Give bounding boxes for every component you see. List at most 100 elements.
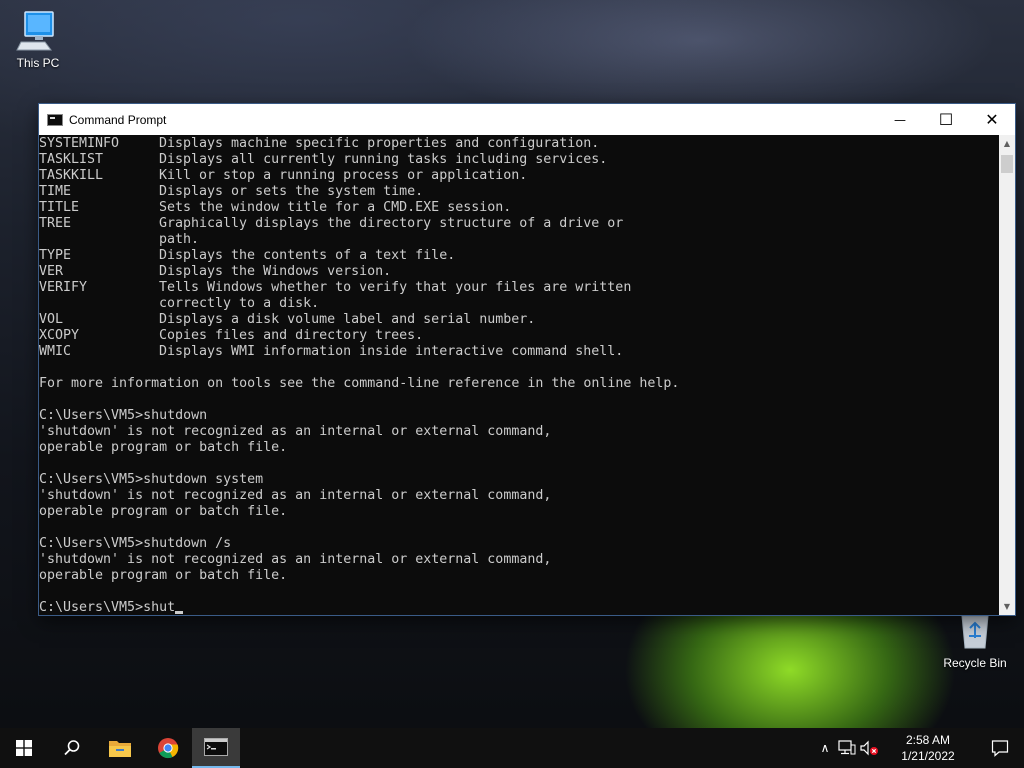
desktop-icon-label: This PC xyxy=(16,56,60,70)
console-help-line: XCOPY Copies files and directory trees. xyxy=(39,328,999,344)
console-help-line: VER Displays the Windows version. xyxy=(39,264,999,280)
scroll-up-icon[interactable]: ▲ xyxy=(999,135,1015,152)
console-help-line: TREE Graphically displays the directory s… xyxy=(39,216,999,232)
console-help-line: VOL Displays a disk volume label and seri… xyxy=(39,312,999,328)
scroll-thumb[interactable] xyxy=(1001,155,1013,173)
console-command-name: XCOPY xyxy=(39,328,80,343)
console-command-name: TITLE xyxy=(39,200,80,215)
search-icon xyxy=(64,740,80,756)
console-help-line: TASKKILL Kill or stop a running process o… xyxy=(39,168,999,184)
vertical-scrollbar[interactable]: ▲ ▼ xyxy=(999,135,1015,615)
command-prompt-icon xyxy=(204,738,228,756)
minimize-icon: — xyxy=(894,112,906,127)
console-line: C:\Users\VM5>shutdown system xyxy=(39,472,264,487)
chrome-button[interactable] xyxy=(144,728,192,768)
console-current-input[interactable]: shut xyxy=(143,600,175,615)
chrome-icon xyxy=(158,738,179,759)
console-help-line: TIME Displays or sets the system time. xyxy=(39,184,999,200)
console-command-description: Copies files and directory trees. xyxy=(159,328,424,343)
system-tray: ∧ 2:58 AM 1/21/2022 xyxy=(814,728,1024,768)
console-command-description: Sets the window title for a CMD.EXE sess… xyxy=(159,200,512,215)
console-command-name: VERIFY xyxy=(39,280,88,295)
command-prompt-taskbar-button[interactable] xyxy=(192,728,240,768)
console-command-description: path. xyxy=(159,232,200,247)
command-prompt-window: Command Prompt — ☐ ✕ SYSTEMINFO Displays … xyxy=(39,104,1015,615)
start-button[interactable] xyxy=(0,728,48,768)
console-line: For more information on tools see the co… xyxy=(39,376,680,391)
console-command-name: TREE xyxy=(39,216,72,231)
console-help-line: TITLE Sets the window title for a CMD.EXE… xyxy=(39,200,999,216)
search-button[interactable] xyxy=(48,728,96,768)
taskbar: ∧ 2:58 AM 1/21/2022 xyxy=(0,728,1024,768)
network-icon xyxy=(838,740,856,755)
action-center-button[interactable] xyxy=(976,728,1024,768)
text-cursor xyxy=(175,611,184,614)
console-line: C:\Users\VM5>shutdown /s xyxy=(39,536,232,551)
minimize-button[interactable]: — xyxy=(877,104,923,135)
console-line: C:\Users\VM5>shutdown xyxy=(39,408,208,423)
clock-date: 1/21/2022 xyxy=(901,749,955,763)
console-help-line: SYSTEMINFO Displays machine specific prop… xyxy=(39,136,999,152)
console-command-description: Displays or sets the system time. xyxy=(159,184,424,199)
network-button[interactable] xyxy=(836,728,858,768)
maximize-icon: ☐ xyxy=(938,110,954,129)
console-line: operable program or batch file. xyxy=(39,440,288,455)
command-prompt-icon xyxy=(47,113,63,126)
window-controls: — ☐ ✕ xyxy=(877,104,1015,135)
desktop-icon-label: Recycle Bin xyxy=(943,656,1007,670)
console-help-line: path. xyxy=(39,232,999,248)
window-titlebar[interactable]: Command Prompt — ☐ ✕ xyxy=(39,104,1015,135)
show-hidden-icons-button[interactable]: ∧ xyxy=(814,728,836,768)
console-line: 'shutdown' is not recognized as an inter… xyxy=(39,552,552,567)
console-prompt: C:\Users\VM5> xyxy=(39,600,144,615)
console-line: 'shutdown' is not recognized as an inter… xyxy=(39,488,552,503)
console-command-name: WMIC xyxy=(39,344,72,359)
window-title: Command Prompt xyxy=(69,112,167,127)
console-command-description: Graphically displays the directory struc… xyxy=(159,216,624,231)
console-line: operable program or batch file. xyxy=(39,504,288,519)
console-input-line[interactable]: C:\Users\VM5>shut xyxy=(39,600,999,616)
desktop-icon-recycle-bin[interactable]: Recycle Bin xyxy=(937,608,1013,670)
console-command-description: Displays a disk volume label and serial … xyxy=(159,312,536,327)
computer-icon xyxy=(15,8,61,52)
console-help-line: VERIFY Tells Windows whether to verify th… xyxy=(39,280,999,296)
console-help-line: TYPE Displays the contents of a text file… xyxy=(39,248,999,264)
close-button[interactable]: ✕ xyxy=(969,104,1015,135)
volume-muted-icon xyxy=(860,740,878,756)
console-output[interactable]: SYSTEMINFO Displays machine specific prop… xyxy=(39,135,999,616)
console-command-description: Displays WMI information inside interact… xyxy=(159,344,624,359)
console-command-name: SYSTEMINFO xyxy=(39,136,120,151)
console-command-name: TYPE xyxy=(39,248,72,263)
console-command-description: Displays machine specific properties and… xyxy=(159,136,600,151)
close-icon: ✕ xyxy=(985,110,999,129)
console-command-name: VER xyxy=(39,264,64,279)
console-command-description: Displays the contents of a text file. xyxy=(159,248,456,263)
chevron-up-icon: ∧ xyxy=(820,741,830,755)
console-command-description: Tells Windows whether to verify that you… xyxy=(159,280,632,295)
console-help-line: correctly to a disk. xyxy=(39,296,999,312)
maximize-button[interactable]: ☐ xyxy=(923,104,969,135)
desktop-icon-this-pc[interactable]: This PC xyxy=(0,8,76,70)
scroll-down-icon[interactable]: ▼ xyxy=(999,598,1015,615)
console-command-name: TASKKILL xyxy=(39,168,104,183)
console-command-name: TASKLIST xyxy=(39,152,104,167)
console-command-description: Kill or stop a running process or applic… xyxy=(159,168,528,183)
console-line: 'shutdown' is not recognized as an inter… xyxy=(39,424,552,439)
console-help-line: WMIC Displays WMI information inside inte… xyxy=(39,344,999,360)
console-command-description: correctly to a disk. xyxy=(159,296,320,311)
file-explorer-icon xyxy=(109,741,131,757)
file-explorer-button[interactable] xyxy=(96,728,144,768)
console-line: operable program or batch file. xyxy=(39,568,288,583)
console-command-name: TIME xyxy=(39,184,72,199)
console-command-description: Displays the Windows version. xyxy=(159,264,392,279)
clock-button[interactable]: 2:58 AM 1/21/2022 xyxy=(884,732,972,764)
volume-button[interactable] xyxy=(858,728,880,768)
console-command-description: Displays all currently running tasks inc… xyxy=(159,152,608,167)
console-command-name: VOL xyxy=(39,312,64,327)
clock-time: 2:58 AM xyxy=(905,733,951,747)
